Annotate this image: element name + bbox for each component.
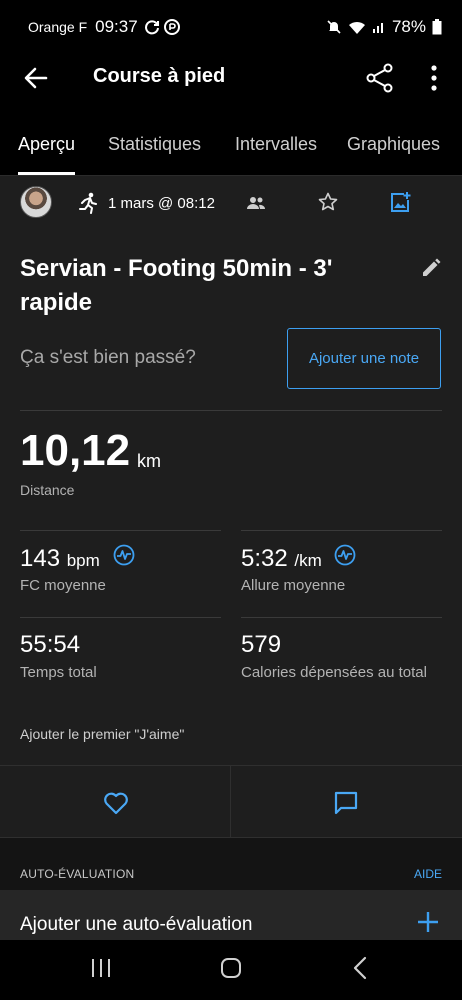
- battery-level: 78%: [391, 17, 426, 36]
- page-title: Course à pied: [93, 65, 226, 87]
- feel-prompt: Ça s'est bien passé?: [20, 347, 196, 368]
- like-heart-icon[interactable]: [103, 791, 129, 815]
- garmin-icon: [163, 19, 180, 35]
- likes-text[interactable]: Ajouter le premier "J'aime": [20, 726, 184, 742]
- system-nav-bar: [0, 940, 462, 1000]
- calories-value: 579: [241, 631, 282, 658]
- pace-chart-icon[interactable]: [334, 544, 356, 566]
- tab-bar: Aperçu Statistiques Intervalles Graphiqu…: [0, 102, 462, 176]
- divider: [20, 410, 442, 411]
- activity-title: Servian - Footing 50min - 3' rapide: [20, 255, 333, 316]
- avg-hr-number: 143: [20, 545, 61, 572]
- battery-icon: [432, 19, 442, 35]
- signal-icon: [372, 23, 383, 33]
- total-time-label: Temps total: [20, 664, 97, 681]
- add-self-evaluation-row[interactable]: Ajouter une auto-évaluation: [0, 890, 462, 940]
- total-time-value: 55:54: [20, 631, 81, 658]
- calories-label: Calories dépensées au total: [241, 664, 427, 681]
- avg-hr-label: FC moyenne: [20, 577, 106, 594]
- tab-apercu[interactable]: Aperçu: [18, 134, 75, 155]
- tab-statistiques[interactable]: Statistiques: [108, 134, 201, 155]
- status-bar: Orange F 09:37 78%: [0, 0, 462, 54]
- people-icon[interactable]: [247, 195, 265, 211]
- more-options-icon[interactable]: [424, 64, 444, 92]
- add-self-evaluation-label: Ajouter une auto-évaluation: [20, 914, 253, 935]
- comment-icon[interactable]: [334, 791, 358, 815]
- avg-hr-value: 143 bpm: [20, 545, 100, 573]
- divider: [20, 617, 221, 618]
- avg-pace-unit: /km: [294, 551, 322, 570]
- back-arrow-icon[interactable]: [22, 64, 50, 92]
- system-back-icon[interactable]: [352, 956, 368, 980]
- status-icons: [144, 19, 180, 35]
- wifi-icon: [348, 21, 365, 34]
- edit-pencil-icon[interactable]: [421, 258, 441, 278]
- distance-unit: km: [137, 451, 161, 471]
- tab-graphiques[interactable]: Graphiques: [347, 134, 440, 155]
- avg-pace-number: 5:32: [241, 545, 288, 572]
- section-title: AUTO-ÉVALUATION: [20, 867, 135, 881]
- app-bar: Course à pied: [0, 54, 462, 102]
- avg-hr-unit: bpm: [66, 551, 100, 570]
- tab-intervalles[interactable]: Intervalles: [235, 134, 317, 155]
- running-icon: [79, 192, 97, 214]
- help-link[interactable]: AIDE: [414, 867, 442, 881]
- divider: [241, 617, 442, 618]
- activity-date: 1 mars @ 08:12: [108, 195, 215, 212]
- divider: [241, 530, 442, 531]
- carrier-label: Orange F: [28, 19, 88, 35]
- star-icon[interactable]: [318, 192, 338, 212]
- divider: [20, 530, 221, 531]
- sync-icon: [144, 20, 159, 35]
- home-icon[interactable]: [220, 957, 242, 979]
- mute-icon: [327, 20, 341, 34]
- distance-label: Distance: [20, 482, 75, 498]
- plus-icon[interactable]: [418, 912, 438, 932]
- avg-pace-label: Allure moyenne: [241, 577, 346, 594]
- avg-pace-value: 5:32 /km: [241, 545, 322, 573]
- heart-rate-chart-icon[interactable]: [113, 544, 135, 566]
- active-tab-indicator: [18, 172, 75, 175]
- add-note-button[interactable]: Ajouter une note: [287, 328, 441, 389]
- distance-value: 10,12: [20, 426, 131, 475]
- clock: 09:37: [95, 17, 138, 36]
- action-separator: [230, 766, 231, 838]
- share-icon[interactable]: [366, 63, 394, 93]
- activity-info-row: 1 mars @ 08:12: [0, 176, 462, 232]
- recent-apps-icon[interactable]: [90, 958, 112, 978]
- self-evaluation-header: AUTO-ÉVALUATION AIDE: [0, 838, 462, 890]
- add-photo-icon[interactable]: [389, 191, 411, 213]
- social-action-bar: [0, 765, 462, 838]
- avatar[interactable]: [20, 186, 52, 218]
